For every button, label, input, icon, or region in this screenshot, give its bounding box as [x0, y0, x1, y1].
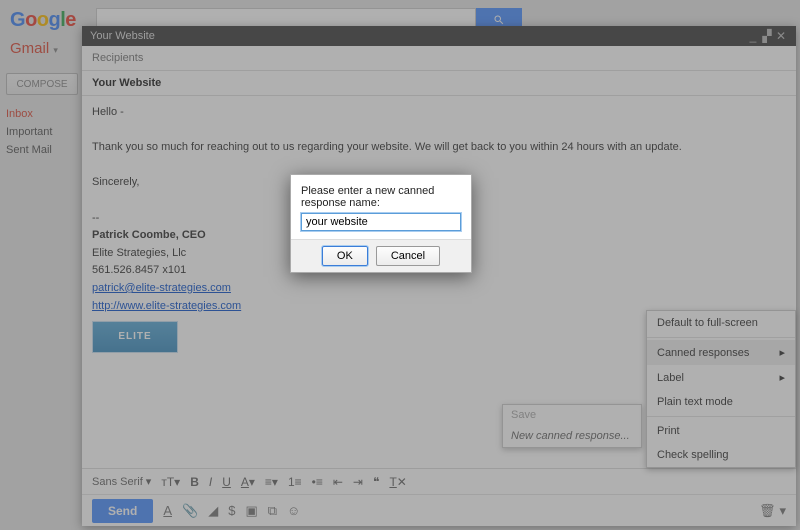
canned-response-name-input[interactable]	[301, 213, 461, 231]
cancel-button[interactable]: Cancel	[376, 246, 440, 266]
canned-response-name-dialog: Please enter a new canned response name:…	[290, 174, 472, 273]
dialog-prompt: Please enter a new canned response name:	[301, 185, 461, 209]
ok-button[interactable]: OK	[322, 246, 368, 266]
